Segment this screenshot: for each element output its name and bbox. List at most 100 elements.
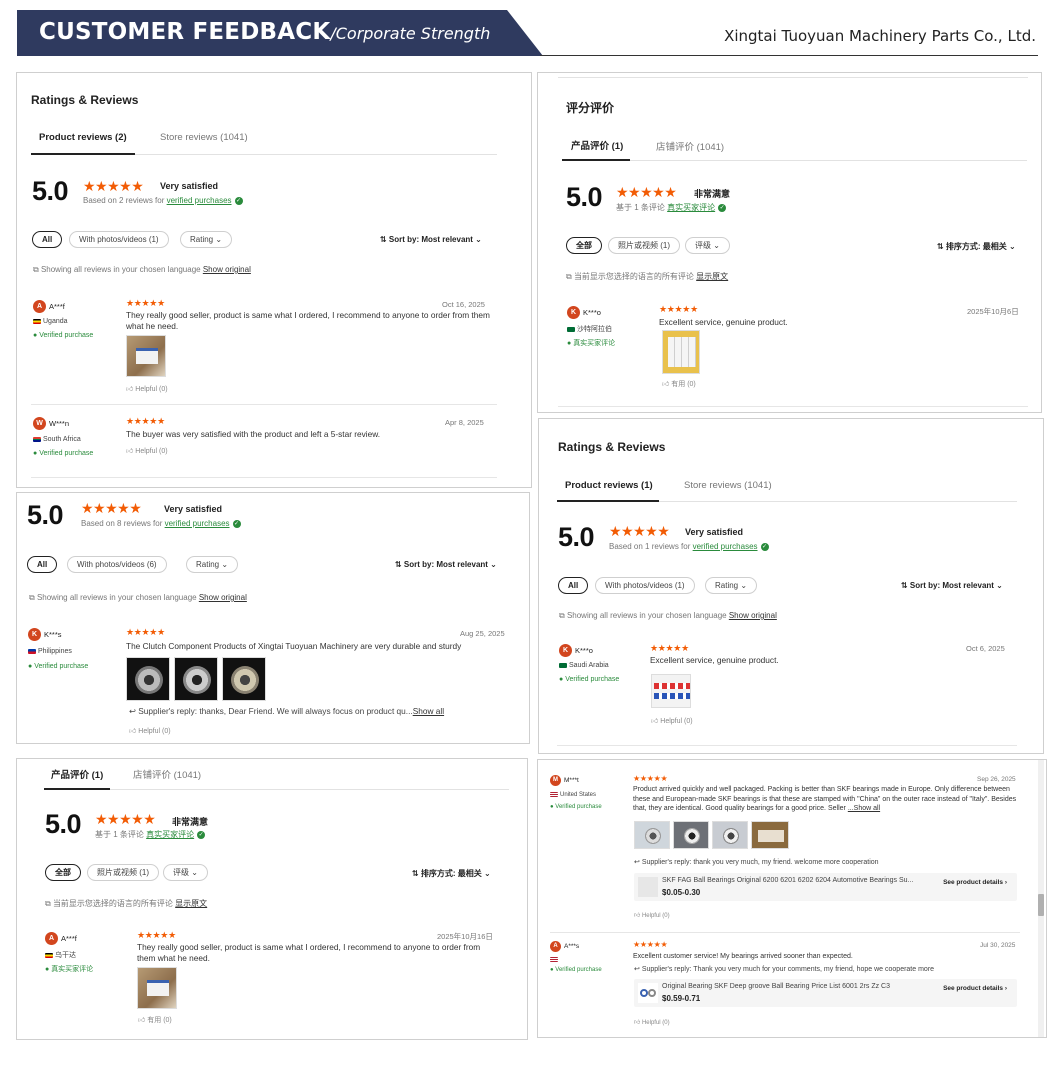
filter-photos[interactable]: With photos/videos (1)	[595, 577, 695, 594]
sort-dropdown[interactable]: ⇅ Sort by: Most relevant ⌄	[380, 235, 482, 244]
verified-purchases-link[interactable]: 真实买家评论	[667, 203, 715, 212]
filter-all[interactable]: 全部	[45, 864, 81, 881]
verified-purchases-link[interactable]: 真实买家评论	[146, 830, 194, 839]
helpful-button[interactable]: 👍︎ Helpful (0)	[634, 1018, 670, 1026]
bearing-ring-icon	[640, 989, 648, 997]
show-all-link[interactable]: ...Show all	[848, 805, 880, 812]
tab-product-reviews[interactable]: Product reviews (1)	[565, 480, 653, 491]
helpful-button[interactable]: 👍︎ Helpful (0)	[651, 716, 693, 725]
helpful-count: Helpful (0)	[135, 386, 168, 393]
helpful-button[interactable]: 👍︎ Helpful (0)	[126, 446, 168, 455]
language-notice: ⧉ 当前显示您选择的语言的所有评论 显示原文	[566, 271, 728, 282]
verified-purchases-link[interactable]: verified purchases	[165, 519, 230, 528]
see-product-details-link[interactable]: See product details ›	[943, 985, 1007, 992]
verified-text: 真实买家评论	[573, 340, 616, 347]
review-photo[interactable]	[137, 967, 177, 1009]
review-photo[interactable]	[174, 657, 218, 701]
helpful-button[interactable]: 👍︎ 有用 (0)	[138, 1015, 172, 1025]
helpful-button[interactable]: 👍︎ Helpful (0)	[634, 911, 670, 919]
flag-icon	[550, 957, 558, 962]
thumbs-up-icon: 👍︎	[662, 381, 672, 388]
tab-product-reviews[interactable]: 产品评价 (1)	[571, 138, 623, 152]
helpful-button[interactable]: 👍︎ Helpful (0)	[129, 726, 171, 735]
product-card[interactable]: SKF FAG Ball Bearings Original 6200 6201…	[634, 873, 1017, 901]
product-name: SKF FAG Ball Bearings Original 6200 6201…	[662, 877, 914, 884]
reviewer-country: United States	[550, 792, 596, 798]
flag-icon	[559, 662, 567, 668]
helpful-button[interactable]: 👍︎ Helpful (0)	[126, 384, 168, 393]
review-stars: ★★★★★	[126, 416, 165, 426]
review-photo[interactable]	[634, 821, 670, 849]
review-text: They really good seller, product is same…	[137, 942, 481, 963]
filter-rating[interactable]: Rating ⌄	[180, 231, 233, 248]
reviewer-country: Uganda	[33, 318, 68, 325]
review-photo[interactable]	[673, 821, 709, 849]
tab-store-reviews[interactable]: Store reviews (1041)	[684, 480, 772, 491]
review-photo[interactable]	[222, 657, 266, 701]
filter-all[interactable]: 全部	[566, 237, 602, 254]
tab-store-reviews[interactable]: 店铺评价 (1041)	[656, 139, 724, 153]
avatar: A	[550, 941, 561, 952]
filter-rating[interactable]: 评级 ⌄	[685, 237, 730, 254]
show-original-link[interactable]: 显示原文	[175, 899, 207, 908]
filter-rating[interactable]: Rating ⌄	[186, 556, 239, 573]
bearing-ring-icon	[648, 989, 656, 997]
based-prefix: 基于 1 条评论	[616, 203, 665, 212]
overall-score: 5.0	[566, 182, 603, 212]
tab-store-reviews[interactable]: 店铺评价 (1041)	[133, 767, 201, 781]
verified-purchases-link[interactable]: verified purchases	[167, 196, 232, 205]
satisfaction-label: Very satisfied	[164, 504, 223, 514]
review-photo[interactable]	[712, 821, 748, 849]
verified-text: Verified purchase	[39, 450, 94, 457]
filter-all[interactable]: All	[558, 577, 589, 594]
review-photo[interactable]	[651, 674, 691, 708]
product-box-icon	[136, 348, 158, 364]
helpful-button[interactable]: 👍︎ 有用 (0)	[662, 379, 696, 389]
reviewer-name: M***t	[564, 777, 579, 784]
verified-purchases-link[interactable]: verified purchases	[693, 542, 758, 551]
review-photo[interactable]	[126, 657, 170, 701]
filter-photos[interactable]: With photos/videos (6)	[67, 556, 167, 573]
sort-dropdown[interactable]: ⇅ Sort by: Most relevant ⌄	[901, 581, 1003, 590]
overall-stars: ★★★★★	[83, 178, 144, 194]
product-thumbnail	[638, 983, 658, 1003]
flag-icon	[567, 326, 575, 332]
sort-dropdown[interactable]: ⇅ 排序方式: 最相关 ⌄	[937, 241, 1016, 252]
tab-product-reviews[interactable]: 产品评价 (1)	[51, 767, 103, 781]
filter-rating[interactable]: 评级 ⌄	[163, 864, 208, 881]
show-original-link[interactable]: Show original	[199, 593, 247, 602]
sort-dropdown[interactable]: ⇅ 排序方式: 最相关 ⌄	[412, 868, 491, 879]
country-name: South Africa	[43, 436, 81, 443]
show-all-link[interactable]: Show all	[413, 706, 444, 716]
show-original-link[interactable]: Show original	[729, 611, 777, 620]
see-product-details-link[interactable]: See product details ›	[943, 879, 1007, 886]
tab-store-reviews[interactable]: Store reviews (1041)	[160, 132, 248, 143]
clutch-part-icon	[183, 666, 211, 694]
scrollbar-thumb[interactable]	[1038, 894, 1044, 916]
filter-all[interactable]: All	[27, 556, 58, 573]
sort-dropdown[interactable]: ⇅ Sort by: Most relevant ⌄	[395, 560, 497, 569]
tab-active-indicator	[31, 153, 135, 155]
check-icon: ✓	[718, 203, 727, 212]
product-card[interactable]: Original Bearing SKF Deep groove Ball Be…	[634, 979, 1017, 1007]
review-photo[interactable]	[662, 330, 700, 374]
filter-photos[interactable]: 照片或视频 (1)	[608, 237, 680, 254]
show-original-link[interactable]: 显示原文	[696, 272, 728, 281]
filter-rating[interactable]: Rating ⌄	[705, 577, 758, 594]
reviewer-name: A***f	[61, 934, 77, 943]
filter-photos[interactable]: 照片或视频 (1)	[87, 864, 159, 881]
language-notice: ⧉ Showing all reviews in your chosen lan…	[559, 611, 777, 621]
tab-active-indicator	[44, 788, 110, 790]
helpful-count: 有用 (0)	[671, 381, 696, 388]
review-photo[interactable]	[126, 335, 166, 377]
panel-title: Ratings & Reviews	[558, 440, 666, 454]
tab-product-reviews[interactable]: Product reviews (2)	[39, 132, 127, 143]
verified-badge: ● 真实买家评论	[45, 966, 94, 973]
filter-all[interactable]: All	[32, 231, 63, 248]
overall-score: 5.0	[45, 809, 82, 839]
filter-photos[interactable]: With photos/videos (1)	[69, 231, 169, 248]
show-original-link[interactable]: Show original	[203, 265, 251, 274]
review-stars: ★★★★★	[633, 774, 668, 783]
review-photo[interactable]	[751, 821, 789, 849]
language-notice-text: 当前显示您选择的语言的所有评论	[52, 899, 173, 908]
